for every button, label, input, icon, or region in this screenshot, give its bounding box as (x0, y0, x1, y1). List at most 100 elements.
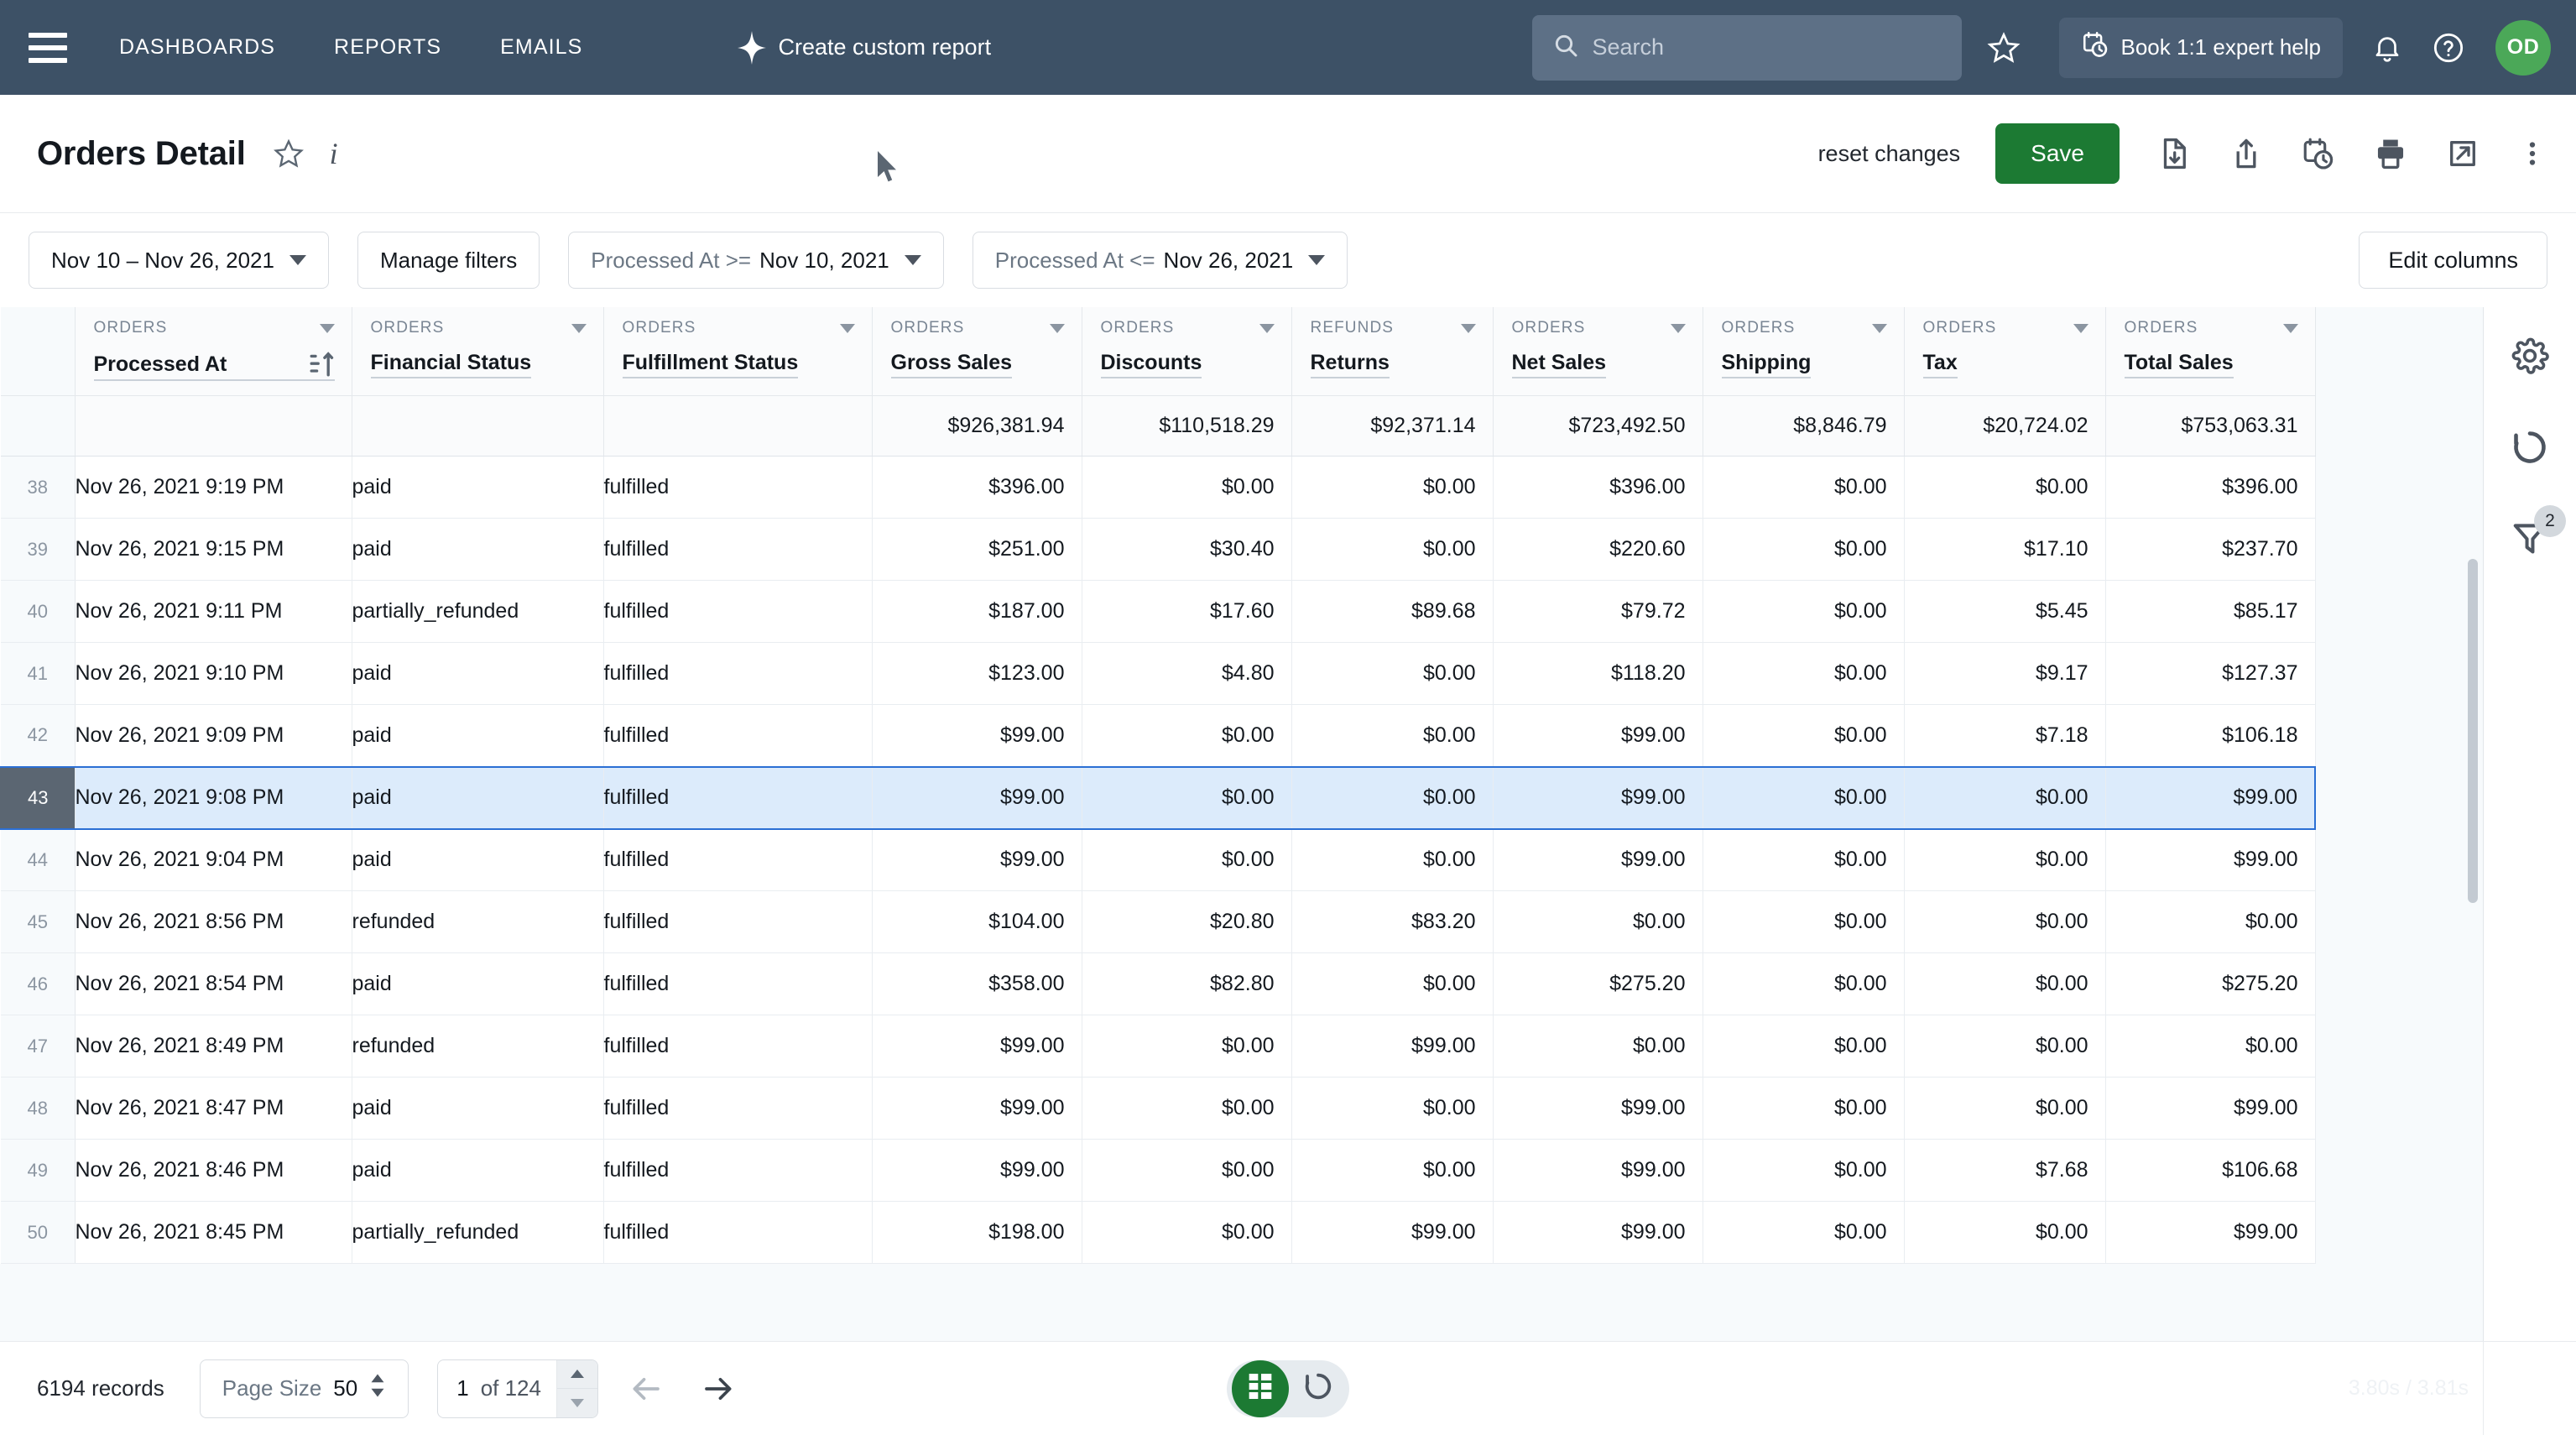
table-cell[interactable]: $99.00 (872, 828, 1082, 891)
table-cell[interactable]: paid (352, 1077, 604, 1140)
manage-filters-button[interactable]: Manage filters (357, 232, 540, 289)
table-cell[interactable]: $118.20 (1493, 642, 1703, 705)
column-header-processed-at[interactable]: ORDERS Processed At (75, 307, 352, 396)
save-button[interactable]: Save (1995, 123, 2120, 184)
table-cell[interactable]: $17.60 (1082, 580, 1292, 643)
table-cell[interactable]: $99.00 (2105, 1201, 2316, 1264)
table-cell[interactable]: $0.00 (1703, 828, 1905, 891)
table-cell[interactable]: paid (352, 1139, 604, 1202)
chevron-down-icon[interactable] (571, 323, 587, 333)
table-cell[interactable]: fulfilled (603, 828, 873, 891)
table-cell[interactable]: fulfilled (603, 1139, 873, 1202)
table-cell[interactable]: Nov 26, 2021 8:47 PM (75, 1077, 352, 1140)
table-row[interactable]: 38 Nov 26, 2021 9:19 PM paid fulfilled $396.… (1, 456, 2316, 519)
table-cell[interactable]: $7.68 (1904, 1139, 2106, 1202)
table-cell[interactable]: $0.00 (1703, 580, 1905, 643)
table-cell[interactable]: $0.00 (1904, 456, 2106, 519)
table-cell[interactable]: fulfilled (603, 1077, 873, 1140)
column-header-total-sales[interactable]: ORDERS Total Sales (2105, 307, 2316, 396)
table-cell[interactable]: $99.00 (1493, 1077, 1703, 1140)
table-cell[interactable]: partially_refunded (352, 580, 604, 643)
book-expert-help-button[interactable]: Book 1:1 expert help (2058, 17, 2343, 78)
table-cell[interactable]: $99.00 (2105, 1077, 2316, 1140)
table-cell[interactable]: $0.00 (1291, 704, 1494, 767)
table-cell[interactable]: $0.00 (1904, 828, 2106, 891)
table-cell[interactable]: $89.68 (1291, 580, 1494, 643)
chevron-down-icon[interactable] (1460, 323, 1476, 333)
table-cell[interactable]: Nov 26, 2021 9:19 PM (75, 456, 352, 519)
table-cell[interactable]: $99.00 (872, 704, 1082, 767)
table-cell[interactable]: $99.00 (2105, 765, 2316, 830)
row-number-cell[interactable]: 43 (0, 765, 76, 830)
chevron-down-icon[interactable] (1259, 323, 1275, 333)
chevron-down-icon[interactable] (1049, 323, 1065, 333)
filter-chip-processed-at-gte[interactable]: Processed At >= Nov 10, 2021 (568, 232, 944, 289)
table-cell[interactable]: $0.00 (1703, 642, 1905, 705)
schedule-calendar-clock-icon[interactable] (2301, 136, 2336, 171)
table-cell[interactable]: fulfilled (603, 704, 873, 767)
table-cell[interactable]: $79.72 (1493, 580, 1703, 643)
table-cell[interactable]: $198.00 (872, 1201, 1082, 1264)
table-cell[interactable]: $0.00 (1493, 1015, 1703, 1078)
table-row[interactable]: 47 Nov 26, 2021 8:49 PM refunded fulfilled $… (1, 1015, 2316, 1078)
chevron-down-icon[interactable] (1670, 323, 1686, 333)
hamburger-menu-icon[interactable] (29, 32, 67, 63)
table-cell[interactable]: $99.00 (872, 1015, 1082, 1078)
table-cell[interactable]: $99.00 (872, 1077, 1082, 1140)
table-cell[interactable]: Nov 26, 2021 9:11 PM (75, 580, 352, 643)
print-icon[interactable] (2373, 136, 2408, 171)
table-cell[interactable]: $275.20 (2105, 952, 2316, 1015)
table-cell[interactable]: refunded (352, 890, 604, 953)
grid-settings-gear-icon[interactable] (2510, 336, 2550, 376)
table-cell[interactable]: $0.00 (1291, 1077, 1494, 1140)
table-cell[interactable]: $0.00 (1082, 704, 1292, 767)
grid-refresh-icon[interactable] (2511, 428, 2549, 467)
table-cell[interactable]: $251.00 (872, 518, 1082, 581)
table-cell[interactable]: $9.17 (1904, 642, 2106, 705)
table-cell[interactable]: $0.00 (1703, 765, 1905, 830)
table-cell[interactable]: $106.18 (2105, 704, 2316, 767)
table-cell[interactable]: $358.00 (872, 952, 1082, 1015)
table-cell[interactable]: Nov 26, 2021 8:56 PM (75, 890, 352, 953)
column-header-net-sales[interactable]: ORDERS Net Sales (1493, 307, 1703, 396)
table-cell[interactable]: $99.00 (872, 765, 1082, 830)
favorites-star-icon[interactable] (1987, 31, 2021, 65)
nav-link-dashboards[interactable]: DASHBOARDS (119, 35, 275, 60)
chevron-down-icon[interactable] (2073, 323, 2088, 333)
nav-link-emails[interactable]: EMAILS (500, 35, 582, 60)
table-cell[interactable]: fulfilled (603, 1015, 873, 1078)
search-box[interactable] (1531, 14, 1962, 81)
open-external-icon[interactable] (2445, 136, 2480, 171)
table-row[interactable]: 43 Nov 26, 2021 9:08 PM paid fulfilled $99.0… (0, 765, 2316, 830)
chevron-down-icon[interactable] (1871, 323, 1887, 333)
table-cell[interactable]: $99.00 (1493, 828, 1703, 891)
row-number-cell[interactable]: 39 (1, 518, 76, 581)
table-cell[interactable]: $0.00 (1904, 1015, 2106, 1078)
table-cell[interactable]: $7.18 (1904, 704, 2106, 767)
table-cell[interactable]: Nov 26, 2021 8:45 PM (75, 1201, 352, 1264)
column-header-returns[interactable]: REFUNDS Returns (1291, 307, 1494, 396)
table-row[interactable]: 46 Nov 26, 2021 8:54 PM paid fulfilled $358.… (1, 952, 2316, 1015)
table-cell[interactable]: $5.45 (1904, 580, 2106, 643)
chevron-down-icon[interactable] (319, 323, 335, 333)
table-view-button[interactable] (1232, 1359, 1289, 1417)
share-icon[interactable] (2229, 136, 2264, 171)
table-cell[interactable]: $0.00 (1291, 642, 1494, 705)
filter-chip-processed-at-lte[interactable]: Processed At <= Nov 26, 2021 (972, 232, 1348, 289)
table-cell[interactable]: $0.00 (1904, 765, 2106, 830)
table-cell[interactable]: paid (352, 765, 604, 830)
table-cell[interactable]: $83.20 (1291, 890, 1494, 953)
page-stepper[interactable] (555, 1359, 597, 1417)
table-cell[interactable]: $0.00 (2105, 1015, 2316, 1078)
favorite-star-icon[interactable] (273, 138, 305, 170)
reset-changes-button[interactable]: reset changes (1818, 141, 1961, 167)
table-cell[interactable]: $104.00 (872, 890, 1082, 953)
table-cell[interactable]: Nov 26, 2021 9:10 PM (75, 642, 352, 705)
table-cell[interactable]: fulfilled (603, 642, 873, 705)
table-cell[interactable]: $0.00 (1082, 1201, 1292, 1264)
table-cell[interactable]: paid (352, 828, 604, 891)
nav-link-reports[interactable]: REPORTS (334, 35, 441, 60)
table-cell[interactable]: $85.17 (2105, 580, 2316, 643)
table-cell[interactable]: $0.00 (1703, 1139, 1905, 1202)
table-cell[interactable]: $396.00 (1493, 456, 1703, 519)
